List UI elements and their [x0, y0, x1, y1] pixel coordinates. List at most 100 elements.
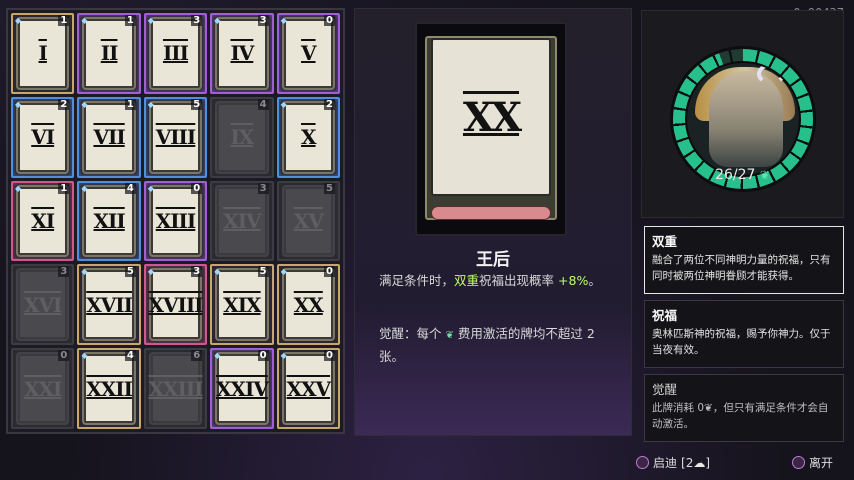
- arcana-card-5[interactable]: ◆ 0 V: [276, 13, 340, 94]
- card-cost: 3: [257, 182, 269, 194]
- card-gem-icon: ◆: [15, 183, 22, 193]
- card-cost: 1: [58, 15, 70, 26]
- card-cost: 4: [257, 98, 269, 110]
- card-gem-icon: ◆: [280, 99, 287, 109]
- arcana-card-24[interactable]: ◆ 0 XXIV: [210, 348, 274, 429]
- card-gem-icon: ◆: [214, 267, 221, 277]
- card-face: III: [150, 19, 201, 88]
- card-face: XVI: [18, 270, 68, 340]
- arcana-card-16[interactable]: 3 XVI: [11, 264, 75, 346]
- card-face: VI: [18, 102, 68, 172]
- keyword-box-awaken[interactable]: 觉醒 此牌消耗 0❦，但只有满足条件才会自动激活。: [644, 374, 844, 442]
- card-cost: 5: [257, 266, 269, 278]
- grasp-icon: ❦: [445, 330, 454, 341]
- portrait-face: [709, 71, 783, 167]
- card-face: XVIII: [148, 270, 204, 340]
- card-cost: 1: [124, 15, 136, 26]
- card-cost: 5: [124, 266, 136, 278]
- grasp-value: 26/27: [715, 167, 756, 183]
- card-numeral: II: [100, 41, 119, 66]
- card-face: XX: [431, 38, 551, 196]
- count-open: [2: [681, 455, 694, 470]
- card-numeral: XI: [31, 208, 55, 233]
- card-gem-icon: ◆: [81, 183, 88, 193]
- card-gem-icon: ◆: [280, 351, 287, 361]
- arcana-card-13[interactable]: ◆ 0 XIII: [143, 180, 208, 262]
- card-numeral: VI: [31, 125, 55, 150]
- arcana-card-17[interactable]: ◆ 5 XVII: [77, 264, 141, 346]
- card-cost: 3: [191, 15, 203, 26]
- card-face: X: [283, 102, 333, 172]
- card-face: XIII: [150, 186, 201, 256]
- arcana-card-18[interactable]: ◆ 3 XVIII: [143, 264, 208, 346]
- card-gem-icon: ◆: [81, 16, 88, 25]
- card-cost: 0: [257, 350, 269, 362]
- card-face: XV: [283, 186, 333, 256]
- card-cost: 0: [324, 266, 335, 278]
- card-gem-icon: ◆: [15, 99, 22, 109]
- keyword-box-boon[interactable]: 祝福 奥林匹斯神的祝福，赐予你神力。仅于当夜有效。: [644, 300, 844, 368]
- card-face: XX: [283, 270, 333, 340]
- arcana-card-19[interactable]: ◆ 5 XIX: [210, 264, 274, 346]
- desc-keyword-duo[interactable]: 双重: [454, 273, 479, 288]
- card-numeral: XXII: [86, 376, 133, 401]
- card-face: V: [283, 19, 333, 88]
- awaken-prefix: 觉醒：每个: [379, 326, 446, 341]
- arcana-card-20[interactable]: ◆ 0 XX: [276, 264, 340, 346]
- card-numeral: XXV: [286, 376, 332, 401]
- card-face: XXIII: [148, 354, 204, 423]
- card-face: XXI: [18, 354, 68, 423]
- card-gem-icon: ◆: [15, 16, 22, 25]
- arcana-card-21[interactable]: 0 XXI: [11, 348, 75, 429]
- arcana-card-6[interactable]: ◆ 2 VI: [11, 96, 75, 178]
- card-face: XXIV: [215, 354, 269, 423]
- desc-prefix: 满足条件时，: [379, 273, 455, 288]
- card-cost: 6: [191, 350, 203, 362]
- keyword-title: 觉醒: [652, 382, 678, 397]
- desc-value: +8%: [558, 273, 589, 288]
- card-cost: 5: [191, 98, 203, 110]
- arcana-card-2[interactable]: ◆ 1 II: [77, 13, 141, 94]
- activate-count: [2☁]: [681, 456, 710, 470]
- exit-label: 离开: [809, 456, 834, 470]
- arcana-card-10[interactable]: ◆ 2 X: [276, 96, 340, 178]
- card-numeral: XVII: [86, 292, 133, 317]
- arcana-card-8[interactable]: ◆ 5 VIII: [143, 96, 208, 178]
- gamepad-button-icon: [636, 456, 649, 469]
- card-face: IV: [217, 19, 267, 88]
- arcana-card-11[interactable]: ◆ 1 XI: [11, 180, 75, 262]
- arcana-card-1[interactable]: ◆ 1 I: [11, 13, 75, 94]
- card-face: XXII: [84, 354, 134, 423]
- card-numeral: VII: [93, 125, 125, 150]
- card-gem-icon: ◆: [280, 16, 287, 25]
- arcana-card-14[interactable]: 3 XIV: [210, 180, 274, 262]
- card-face: XI: [18, 186, 68, 256]
- arcana-card-23[interactable]: 6 XXIII: [143, 348, 208, 429]
- exit-button[interactable]: 离开: [792, 454, 833, 471]
- card-cost: 5: [324, 182, 335, 194]
- card-numeral: XXIV: [215, 376, 269, 401]
- arcana-card-22[interactable]: ◆ 4 XXII: [77, 348, 141, 429]
- arcana-card-12[interactable]: ◆ 4 XII: [77, 180, 141, 262]
- card-numeral: XV: [293, 208, 324, 233]
- card-cost: 3: [257, 15, 269, 26]
- card-numeral: III: [162, 41, 189, 66]
- card-face: XIV: [217, 186, 267, 256]
- card-cost: 4: [124, 182, 136, 194]
- arcana-card-4[interactable]: ◆ 3 IV: [210, 13, 274, 94]
- card-cost: 0: [324, 350, 335, 362]
- grasp-icon: ❦: [759, 168, 770, 182]
- arcana-card-15[interactable]: 5 XV: [276, 180, 340, 262]
- arcana-card-7[interactable]: ◆ 1 VII: [77, 96, 141, 178]
- card-face: XXV: [283, 354, 333, 423]
- arcana-card-25[interactable]: ◆ 0 XXV: [276, 348, 340, 429]
- arcana-card-3[interactable]: ◆ 3 III: [143, 13, 208, 94]
- card-face: XVII: [84, 270, 134, 340]
- card-gem-icon: ◆: [147, 99, 154, 109]
- activate-button[interactable]: 启迪 [2☁]: [636, 454, 710, 471]
- arcana-card-9[interactable]: 4 IX: [210, 96, 274, 178]
- keyword-box-duo[interactable]: 双重 融合了两位不同神明力量的祝福，只有同时被两位神明眷顾才能获得。: [644, 226, 844, 294]
- card-cost: 0: [58, 350, 70, 362]
- card-numeral: XVIII: [148, 292, 203, 317]
- card-numeral: XXI: [24, 376, 62, 401]
